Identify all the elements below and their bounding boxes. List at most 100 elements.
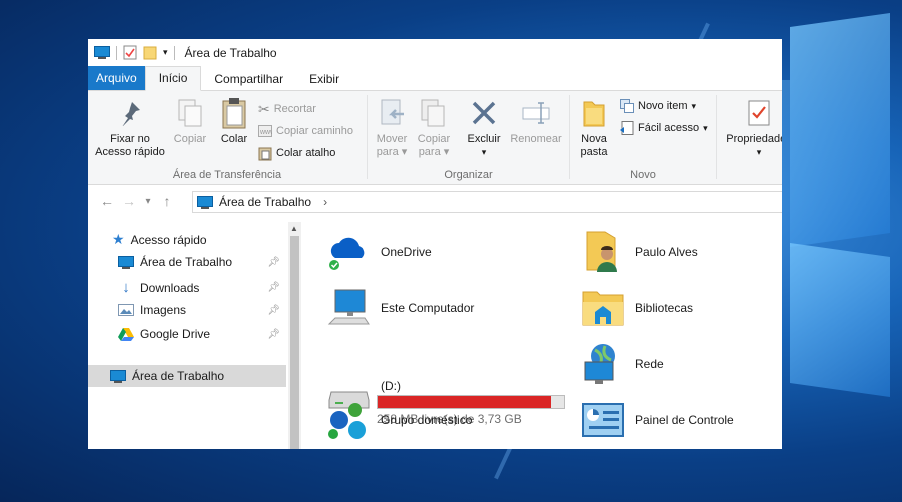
copy-path-button[interactable]: www Copiar caminho <box>258 122 353 140</box>
nav-scrollbar[interactable]: ▲ <box>288 222 301 449</box>
organize-group: Mover para ▾ Copiar para ▾ Excluir ▾ Ren… <box>368 91 569 184</box>
nav-item-desktop-root[interactable]: Área de Trabalho <box>88 365 286 387</box>
up-arrow-icon[interactable]: ↑ <box>156 193 178 209</box>
address-path[interactable]: Área de Trabalho <box>219 195 311 209</box>
item-this-pc[interactable]: Este Computador <box>327 286 474 330</box>
clipboard-group-label: Área de Transferência <box>172 169 282 181</box>
easy-access-button[interactable]: Fácil acesso ▾ <box>620 119 708 137</box>
cut-button[interactable]: ✂ Recortar <box>258 100 316 118</box>
rename-button[interactable]: Renomear <box>507 97 565 146</box>
pin-button[interactable]: Fixar no Acesso rápido <box>92 97 168 159</box>
control-panel-icon <box>582 403 624 437</box>
rename-icon <box>522 102 550 124</box>
properties-icon <box>748 100 770 126</box>
new-item-button[interactable]: Novo item ▾ <box>620 97 696 115</box>
item-homegroup[interactable]: Grupo doméstico <box>327 398 472 442</box>
move-to-button[interactable]: Mover para ▾ <box>372 97 412 159</box>
item-label: Grupo doméstico <box>381 413 473 427</box>
pin-icon[interactable]: 📌︎ <box>267 282 280 293</box>
new-folder-qa-icon[interactable] <box>143 45 157 60</box>
item-onedrive[interactable]: OneDrive <box>327 230 432 274</box>
easy-access-icon <box>620 121 634 135</box>
properties-qa-icon[interactable] <box>123 45 137 60</box>
nav-item-downloads[interactable]: ↓ Downloads 📌︎ <box>118 279 286 296</box>
easy-access-dropdown-icon: ▾ <box>703 122 708 133</box>
paste-shortcut-button[interactable]: Colar atalho <box>258 144 335 162</box>
libraries-icon <box>582 291 624 326</box>
pin-icon[interactable]: 📌︎ <box>267 329 280 340</box>
delete-dropdown-icon[interactable]: ▾ <box>463 146 505 159</box>
quick-access-item[interactable]: ★ Acesso rápido <box>112 231 207 248</box>
scrollbar-thumb[interactable] <box>290 236 299 449</box>
address-field[interactable]: Área de Trabalho › <box>192 191 782 213</box>
explorer-window: ▾ Área de Trabalho Arquivo Início Compar… <box>88 39 782 449</box>
open-group: Propriedades ▾ <box>718 91 782 184</box>
nav-item-label: Imagens <box>140 303 187 317</box>
breadcrumb-chevron-icon[interactable]: › <box>323 195 327 209</box>
organize-group-label: Organizar <box>444 169 493 181</box>
copy-icon <box>178 99 202 127</box>
nav-item-pictures[interactable]: Imagens 📌︎ <box>118 303 286 317</box>
navigation-bar: ← → ▾ ↑ Área de Trabalho › <box>88 185 782 217</box>
ribbon-tabs: Arquivo Início Compartilhar Exibir <box>88 66 782 91</box>
nav-item-label: Área de Trabalho <box>140 255 233 269</box>
user-folder-icon <box>586 231 617 272</box>
qa-dropdown-icon[interactable]: ▾ <box>163 47 168 58</box>
move-to-icon <box>381 99 404 125</box>
tab-view[interactable]: Exibir <box>296 68 352 90</box>
nav-item-label: Downloads <box>140 280 200 295</box>
content-pane: OneDrive Paulo Alves Este Computador Bib… <box>301 222 782 449</box>
copy-button[interactable]: Copiar <box>168 97 212 146</box>
delete-button[interactable]: Excluir ▾ <box>463 97 505 159</box>
back-arrow-icon[interactable]: ← <box>96 193 118 209</box>
desktop-icon <box>110 369 126 383</box>
tab-share[interactable]: Compartilhar <box>201 68 296 90</box>
tab-home[interactable]: Início <box>144 66 202 91</box>
new-group-label: Novo <box>630 169 656 181</box>
pictures-icon <box>118 304 134 316</box>
recent-dropdown-icon[interactable]: ▾ <box>140 196 156 207</box>
copy-to-button[interactable]: Copiar para ▾ <box>414 97 454 159</box>
pin-label: Fixar no Acesso rápido <box>95 133 165 158</box>
easy-access-label: Fácil acesso <box>638 122 700 134</box>
delete-x-icon <box>472 101 496 125</box>
tab-file[interactable]: Arquivo <box>88 66 145 90</box>
new-group: Nova pasta Novo item ▾ Fácil acesso ▾ No… <box>570 91 716 184</box>
delete-label: Excluir <box>467 133 501 145</box>
properties-dropdown-icon[interactable]: ▾ <box>722 146 782 159</box>
window-icon <box>94 46 110 59</box>
item-drive-name: (D:) <box>381 379 401 393</box>
new-folder-button[interactable]: Nova pasta <box>574 97 614 159</box>
item-libraries[interactable]: Bibliotecas <box>581 286 693 330</box>
google-drive-icon <box>118 328 134 341</box>
nav-item-desktop[interactable]: Área de Trabalho 📌︎ <box>118 255 286 269</box>
cut-label: Recortar <box>273 103 316 115</box>
item-label: Este Computador <box>381 301 475 315</box>
copy-path-icon: www <box>258 125 272 137</box>
desktop-icon <box>118 255 134 269</box>
properties-label: Propriedades <box>726 133 782 145</box>
item-label: Painel de Controle <box>635 413 734 427</box>
pin-icon[interactable]: 📌︎ <box>267 257 280 268</box>
network-globe-icon <box>584 344 615 384</box>
nav-item-google-drive[interactable]: Google Drive 📌︎ <box>118 327 286 341</box>
item-network[interactable]: Rede <box>581 342 664 386</box>
move-to-label: Mover para ▾ <box>376 133 408 158</box>
copy-to-icon <box>421 99 445 127</box>
copy-to-label: Copiar para ▾ <box>417 133 451 158</box>
onedrive-cloud-icon <box>329 237 365 270</box>
item-label: Bibliotecas <box>635 301 694 315</box>
new-item-dropdown-icon: ▾ <box>691 100 697 111</box>
copy-path-label: Copiar caminho <box>276 125 354 137</box>
item-control-panel[interactable]: Painel de Controle <box>581 398 734 442</box>
pin-icon[interactable]: 📌︎ <box>267 305 280 316</box>
desktop-icon <box>197 195 213 209</box>
scroll-up-icon[interactable]: ▲ <box>290 224 298 233</box>
forward-arrow-icon[interactable]: → <box>118 193 140 209</box>
paste-button[interactable]: Colar <box>214 97 254 146</box>
download-arrow-icon: ↓ <box>122 279 130 296</box>
item-user-folder[interactable]: Paulo Alves <box>581 230 698 274</box>
new-item-icon <box>620 99 634 113</box>
new-folder-icon <box>583 101 605 127</box>
properties-button[interactable]: Propriedades ▾ <box>722 97 782 159</box>
